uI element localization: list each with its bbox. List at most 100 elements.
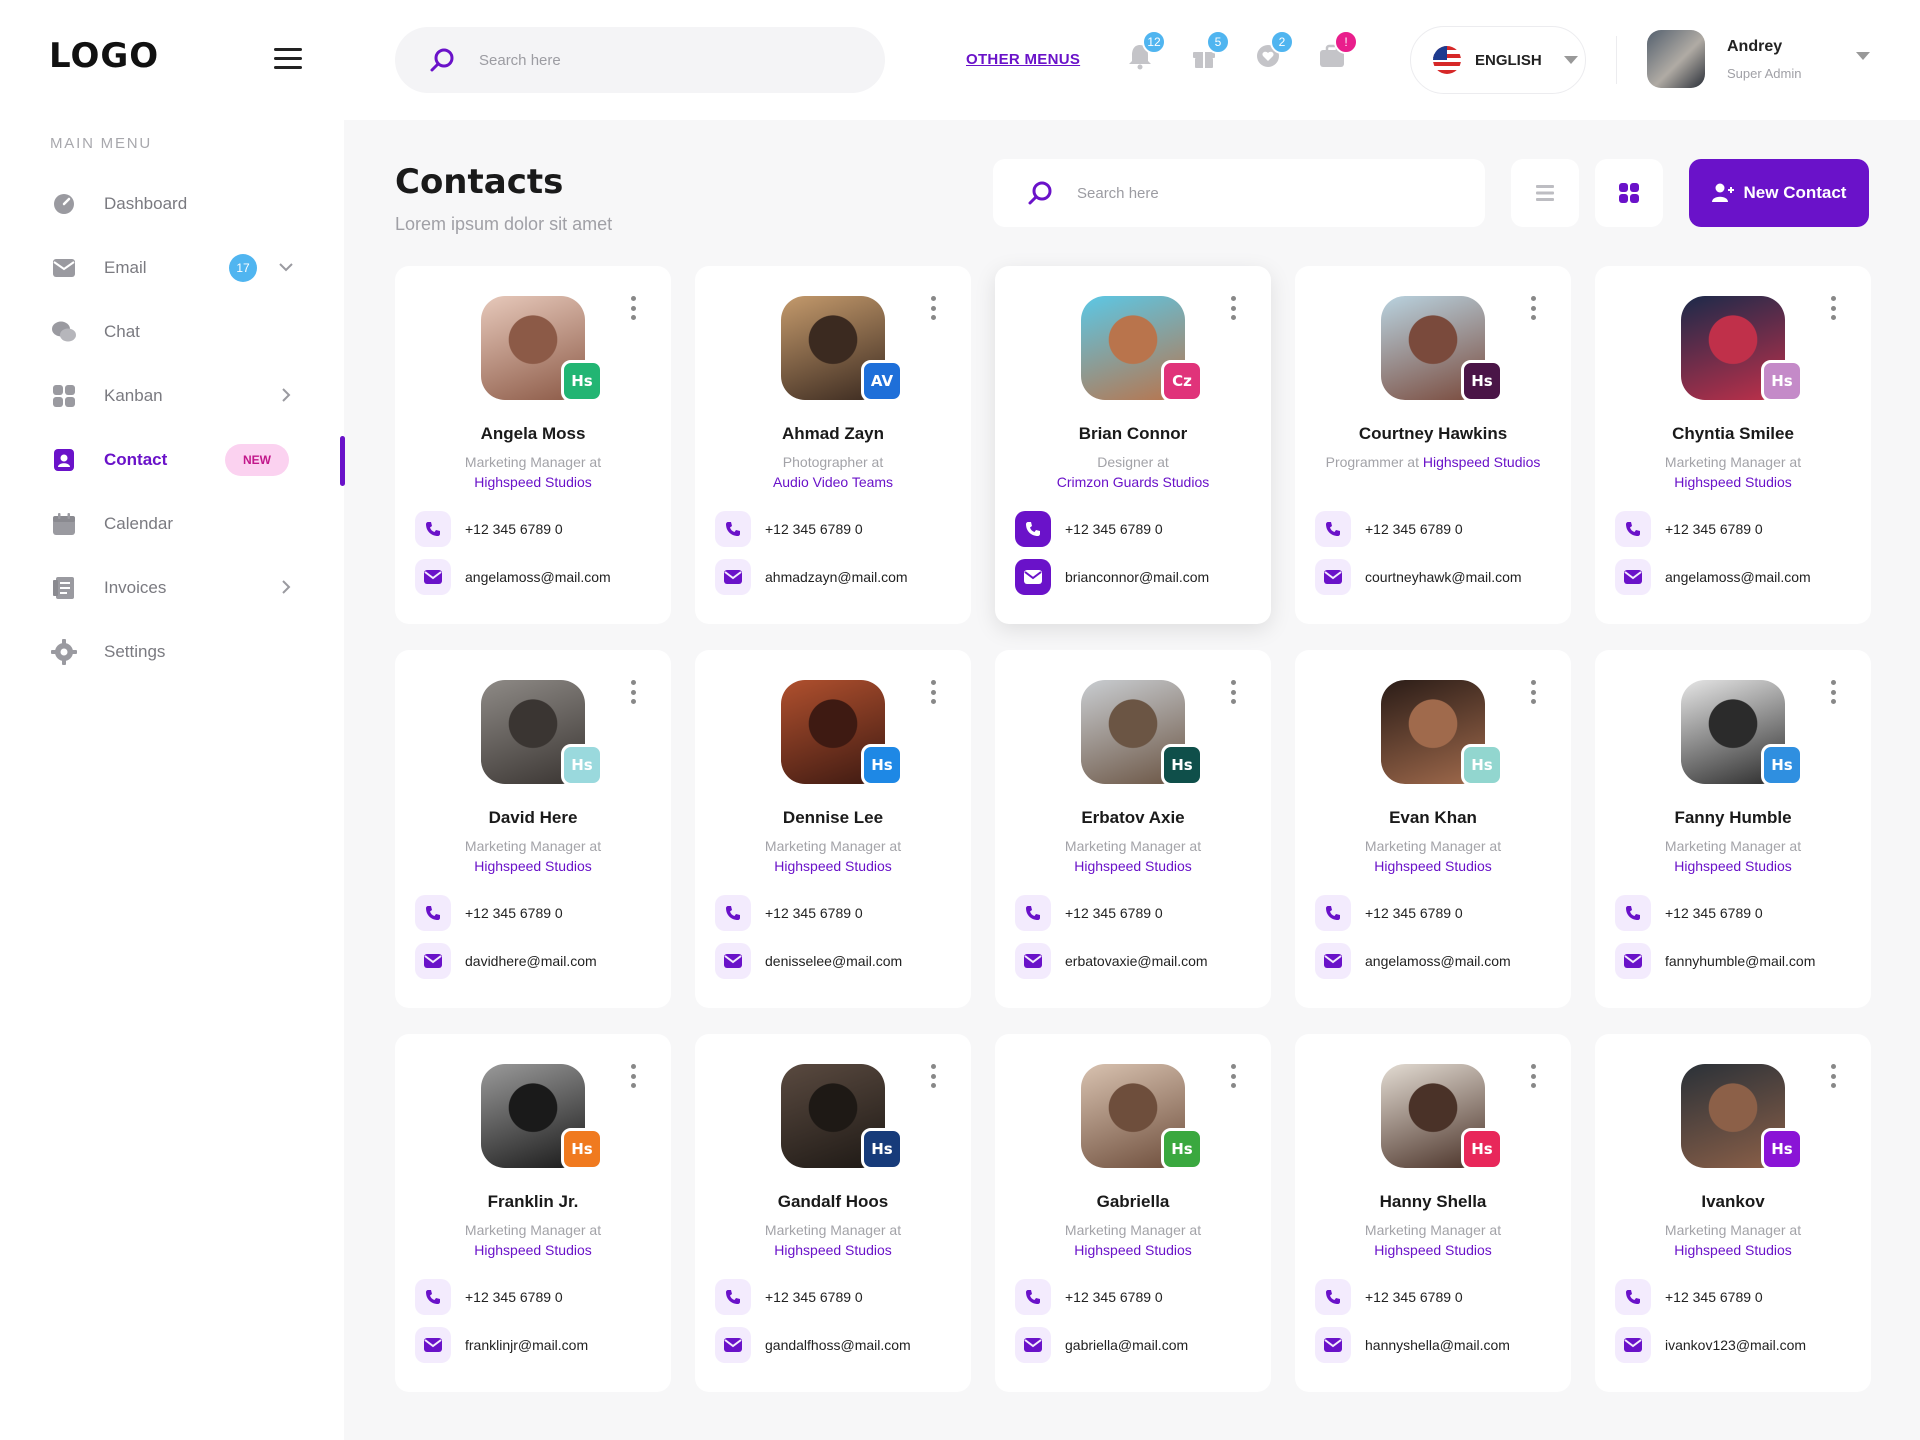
contact-card[interactable]: Hs Evan Khan Marketing Manager at Highspeed… — [1295, 650, 1571, 1008]
company-link[interactable]: Highspeed Studios — [1374, 858, 1492, 874]
mail-icon[interactable] — [715, 1327, 751, 1363]
company-link[interactable]: Highspeed Studios — [1674, 474, 1792, 490]
mail-icon[interactable] — [1015, 943, 1051, 979]
mail-icon[interactable] — [1615, 559, 1651, 595]
more-options-icon[interactable] — [629, 680, 637, 704]
sidebar-item-dashboard[interactable]: Dashboard — [0, 172, 344, 236]
contact-name[interactable]: Hanny Shella — [1295, 1192, 1571, 1212]
contact-card[interactable]: Hs Chyntia Smilee Marketing Manager at High… — [1595, 266, 1871, 624]
contact-card[interactable]: Hs Gandalf Hoos Marketing Manager at Highsp… — [695, 1034, 971, 1392]
contact-name[interactable]: Ivankov — [1595, 1192, 1871, 1212]
contact-card[interactable]: Cz Brian Connor Designer at Crimzon Guards … — [995, 266, 1271, 624]
phone-icon[interactable] — [1315, 511, 1351, 547]
grid-view-button[interactable] — [1595, 159, 1663, 227]
company-link[interactable]: Highspeed Studios — [1074, 1242, 1192, 1258]
more-options-icon[interactable] — [1229, 1064, 1237, 1088]
sidebar-item-chat[interactable]: Chat — [0, 300, 344, 364]
company-link[interactable]: Highspeed Studios — [474, 858, 592, 874]
phone-icon[interactable] — [1615, 1279, 1651, 1315]
contact-name[interactable]: David Here — [395, 808, 671, 828]
contact-name[interactable]: Evan Khan — [1295, 808, 1571, 828]
contact-card[interactable]: Hs Fanny Humble Marketing Manager at Highsp… — [1595, 650, 1871, 1008]
phone-icon[interactable] — [415, 511, 451, 547]
chevron-down-icon[interactable] — [278, 259, 294, 280]
heart-bubble-notification-button[interactable]: 2 — [1254, 30, 1294, 74]
more-options-icon[interactable] — [929, 296, 937, 320]
phone-icon[interactable] — [715, 511, 751, 547]
more-options-icon[interactable] — [929, 680, 937, 704]
mail-icon[interactable] — [1315, 559, 1351, 595]
contact-card[interactable]: Hs Angela Moss Marketing Manager at Highspe… — [395, 266, 671, 624]
contact-card[interactable]: Hs Erbatov Axie Marketing Manager at Highsp… — [995, 650, 1271, 1008]
sidebar-item-calendar[interactable]: Calendar — [0, 492, 344, 556]
contact-card[interactable]: Hs Courtney Hawkins Programmer at Highspee… — [1295, 266, 1571, 624]
contact-card[interactable]: Hs Dennise Lee Marketing Manager at Highspe… — [695, 650, 971, 1008]
phone-icon[interactable] — [1015, 1279, 1051, 1315]
company-link[interactable]: Highspeed Studios — [1423, 454, 1541, 470]
contact-name[interactable]: Fanny Humble — [1595, 808, 1871, 828]
sidebar-item-kanban[interactable]: Kanban — [0, 364, 344, 428]
phone-icon[interactable] — [415, 895, 451, 931]
briefcase-notification-button[interactable]: ! — [1318, 30, 1358, 74]
mail-icon[interactable] — [415, 1327, 451, 1363]
contact-name[interactable]: Gabriella — [995, 1192, 1271, 1212]
chevron-down-icon[interactable] — [1856, 52, 1870, 60]
new-contact-button[interactable]: New Contact — [1689, 159, 1869, 227]
company-link[interactable]: Highspeed Studios — [774, 858, 892, 874]
contact-name[interactable]: Brian Connor — [995, 424, 1271, 444]
company-link[interactable]: Highspeed Studios — [1674, 1242, 1792, 1258]
company-link[interactable]: Highspeed Studios — [474, 1242, 592, 1258]
company-link[interactable]: Highspeed Studios — [474, 474, 592, 490]
gift-notification-button[interactable]: 5 — [1190, 30, 1230, 74]
company-link[interactable]: Highspeed Studios — [1374, 1242, 1492, 1258]
contact-name[interactable]: Dennise Lee — [695, 808, 971, 828]
contact-name[interactable]: Chyntia Smilee — [1595, 424, 1871, 444]
contact-name[interactable]: Franklin Jr. — [395, 1192, 671, 1212]
more-options-icon[interactable] — [1529, 296, 1537, 320]
more-options-icon[interactable] — [629, 1064, 637, 1088]
top-search-bar[interactable]: Search here — [395, 27, 885, 93]
hamburger-menu-icon[interactable] — [274, 48, 302, 70]
contact-card[interactable]: Hs Franklin Jr. Marketing Manager at Highsp… — [395, 1034, 671, 1392]
phone-icon[interactable] — [415, 1279, 451, 1315]
more-options-icon[interactable] — [629, 296, 637, 320]
chevron-right-icon[interactable] — [278, 579, 294, 600]
sidebar-item-settings[interactable]: Settings — [0, 620, 344, 684]
other-menus-link[interactable]: OTHER MENUS — [966, 51, 1080, 68]
mail-icon[interactable] — [1315, 943, 1351, 979]
contact-name[interactable]: Ahmad Zayn — [695, 424, 971, 444]
company-link[interactable]: Highspeed Studios — [1674, 858, 1792, 874]
phone-icon[interactable] — [1315, 895, 1351, 931]
mail-icon[interactable] — [1315, 1327, 1351, 1363]
phone-icon[interactable] — [1615, 895, 1651, 931]
contact-name[interactable]: Courtney Hawkins — [1295, 424, 1571, 444]
sidebar-item-invoices[interactable]: Invoices — [0, 556, 344, 620]
phone-icon[interactable] — [1015, 895, 1051, 931]
bell-notification-button[interactable]: 12 — [1126, 30, 1166, 74]
mail-icon[interactable] — [415, 559, 451, 595]
phone-icon[interactable] — [1015, 511, 1051, 547]
mail-icon[interactable] — [715, 559, 751, 595]
more-options-icon[interactable] — [1829, 680, 1837, 704]
more-options-icon[interactable] — [1829, 1064, 1837, 1088]
more-options-icon[interactable] — [1529, 1064, 1537, 1088]
list-view-button[interactable] — [1511, 159, 1579, 227]
more-options-icon[interactable] — [929, 1064, 937, 1088]
logo[interactable]: LOGO — [49, 36, 159, 76]
phone-icon[interactable] — [1615, 511, 1651, 547]
mail-icon[interactable] — [1615, 943, 1651, 979]
mail-icon[interactable] — [1615, 1327, 1651, 1363]
contact-card[interactable]: AV Ahmad Zayn Photographer at Audio Video T… — [695, 266, 971, 624]
more-options-icon[interactable] — [1229, 296, 1237, 320]
phone-icon[interactable] — [1315, 1279, 1351, 1315]
more-options-icon[interactable] — [1829, 296, 1837, 320]
user-avatar[interactable] — [1647, 30, 1705, 88]
mail-icon[interactable] — [1015, 559, 1051, 595]
phone-icon[interactable] — [715, 895, 751, 931]
mail-icon[interactable] — [415, 943, 451, 979]
contact-search-input[interactable]: Search here — [993, 159, 1485, 227]
contact-card[interactable]: Hs Gabriella Marketing Manager at Highspeed… — [995, 1034, 1271, 1392]
contact-card[interactable]: Hs David Here Marketing Manager at Highspee… — [395, 650, 671, 1008]
contact-name[interactable]: Angela Moss — [395, 424, 671, 444]
company-link[interactable]: Audio Video Teams — [773, 474, 893, 490]
